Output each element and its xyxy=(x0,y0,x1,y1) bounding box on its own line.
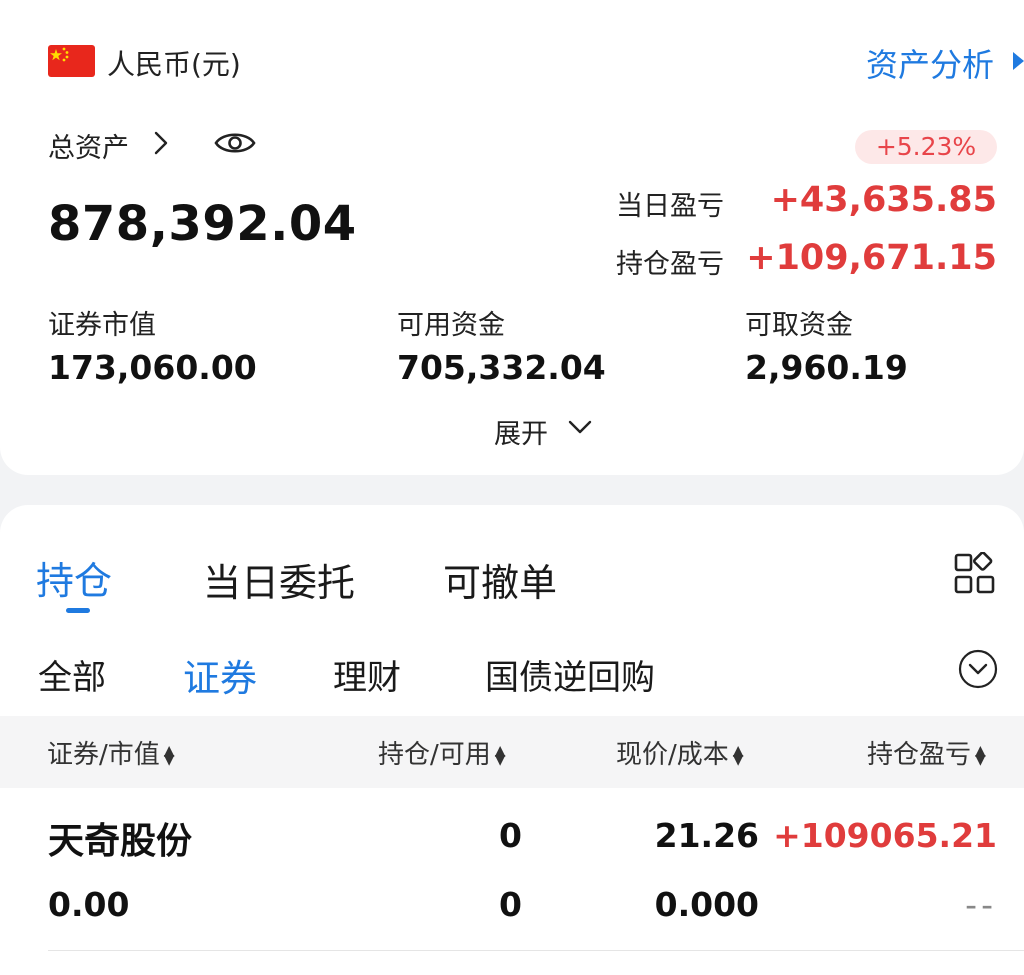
chevron-right-icon[interactable] xyxy=(150,128,172,165)
sort-icon[interactable]: ▲ ▼ xyxy=(495,744,506,767)
stat-value-market-value: 173,060.00 xyxy=(48,348,257,387)
security-name: 天奇股份 xyxy=(48,821,193,862)
asset-analysis-link[interactable]: 资产分析 xyxy=(866,40,994,86)
active-tab-indicator xyxy=(66,608,90,613)
sort-icon[interactable]: ▲ ▼ xyxy=(733,744,744,767)
stat-value-available-funds: 705,332.04 xyxy=(397,348,606,387)
daily-pl-label: 当日盈亏 xyxy=(616,191,724,222)
column-header-price[interactable]: 现价/成本 ▲ ▼ xyxy=(616,734,744,771)
available-quantity: 0 xyxy=(499,885,522,924)
position-quantity: 0 xyxy=(499,816,522,855)
eye-icon[interactable] xyxy=(213,128,257,162)
tab-positions[interactable]: 持仓 xyxy=(36,550,112,605)
expand-button[interactable]: 展开 xyxy=(494,412,548,451)
filter-wealth-management[interactable]: 理财 xyxy=(333,650,401,699)
stat-label-market-value: 证券市值 xyxy=(48,310,156,341)
position-pl-placeholder: -- xyxy=(965,885,997,924)
column-header-security[interactable]: 证券/市值 ▲ ▼ xyxy=(47,734,175,771)
chevron-down-circle-icon[interactable] xyxy=(958,649,998,693)
position-pl-value: +109,671.15 xyxy=(746,238,997,278)
chevron-down-icon[interactable] xyxy=(567,414,593,444)
position-pl-amount: +109065.21 xyxy=(773,816,997,855)
tab-cancelable-orders[interactable]: 可撤单 xyxy=(443,552,557,607)
filter-all[interactable]: 全部 xyxy=(38,650,106,699)
currency-label: 人民币(元) xyxy=(107,48,241,81)
row-divider xyxy=(48,950,1024,951)
total-assets-value: 878,392.04 xyxy=(48,196,357,252)
current-price: 21.26 xyxy=(654,816,759,855)
cost-price: 0.000 xyxy=(654,885,759,924)
column-header-pl[interactable]: 持仓盈亏 ▲ ▼ xyxy=(867,734,986,771)
position-pl-label: 持仓盈亏 xyxy=(616,249,724,280)
stat-label-withdrawable-funds: 可取资金 xyxy=(745,310,853,341)
filter-treasury-repo[interactable]: 国债逆回购 xyxy=(485,650,655,699)
china-flag-icon xyxy=(48,45,95,77)
market-value: 0.00 xyxy=(48,885,130,924)
column-header-position[interactable]: 持仓/可用 ▲ ▼ xyxy=(378,734,506,771)
grid-menu-icon[interactable] xyxy=(953,551,997,600)
tab-daily-orders[interactable]: 当日委托 xyxy=(203,552,355,607)
stat-label-available-funds: 可用资金 xyxy=(397,310,505,341)
stat-value-withdrawable-funds: 2,960.19 xyxy=(745,348,908,387)
filter-securities[interactable]: 证券 xyxy=(183,648,257,702)
caret-right-icon[interactable] xyxy=(1013,52,1024,70)
daily-pl-value: +43,635.85 xyxy=(770,180,997,220)
sort-icon[interactable]: ▲ ▼ xyxy=(975,744,986,767)
sort-icon[interactable]: ▲ ▼ xyxy=(164,744,175,767)
total-assets-label[interactable]: 总资产 xyxy=(48,126,129,165)
account-summary-card: 人民币(元) 资产分析 总资产 878,392.04 +5.23% 当日盈亏 +… xyxy=(0,0,1024,475)
change-percent-badge: +5.23% xyxy=(855,130,997,164)
